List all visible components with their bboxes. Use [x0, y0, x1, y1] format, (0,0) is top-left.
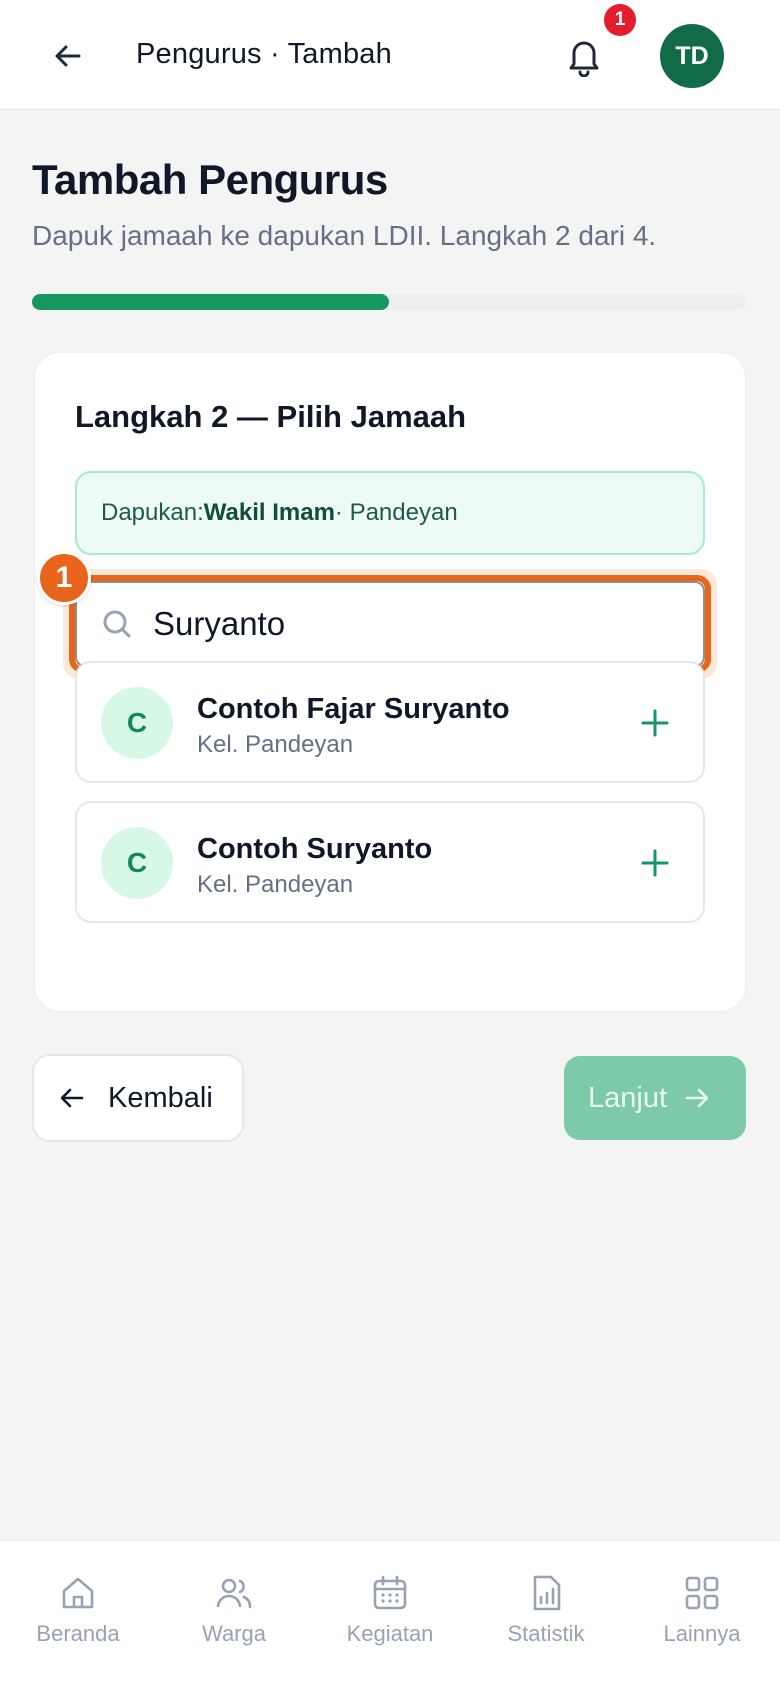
nav-label: Statistik: [507, 1621, 585, 1646]
next-step-label: Lanjut: [588, 1081, 668, 1114]
add-result-button[interactable]: [631, 839, 679, 887]
step-marker-badge: 1: [37, 551, 91, 605]
notification-badge: 1: [604, 4, 636, 36]
info-prefix: Dapukan:: [101, 499, 204, 526]
back-step-label: Kembali: [108, 1081, 213, 1114]
nav-label: Warga: [202, 1621, 266, 1646]
notifications-button[interactable]: [560, 30, 608, 82]
nav-item-kegiatan[interactable]: Kegiatan: [312, 1541, 468, 1688]
search-field[interactable]: [75, 581, 705, 667]
list-item[interactable]: C Contoh Fajar Suryanto Kel. Pandeyan: [75, 661, 705, 783]
step-card: Langkah 2 — Pilih Jamaah Dapukan: Wakil …: [34, 352, 746, 1012]
home-icon: [56, 1571, 100, 1615]
nav-label: Kegiatan: [346, 1621, 434, 1646]
result-avatar: C: [101, 827, 173, 899]
plus-icon: [641, 849, 669, 877]
search-icon: [99, 606, 135, 642]
dapukan-info-box: Dapukan: Wakil Imam · Pandeyan: [75, 471, 705, 555]
nav-label: Beranda: [36, 1621, 120, 1646]
stats-icon: [524, 1571, 568, 1615]
nav-label: Lainnya: [663, 1621, 741, 1646]
top-bar: Pengurus · Tambah 1 TD: [0, 0, 780, 110]
arrow-right-icon: [683, 1082, 715, 1114]
nav-item-lainnya[interactable]: Lainnya: [624, 1541, 780, 1688]
users-icon: [212, 1571, 256, 1615]
plus-icon: [641, 709, 669, 737]
info-location: · Pandeyan: [334, 499, 458, 526]
back-step-button[interactable]: Kembali: [32, 1054, 244, 1142]
calendar-icon: [368, 1571, 412, 1615]
bottom-navigation: Beranda Warga Kegiatan Statistik Lainnya: [0, 1540, 780, 1688]
result-name: Contoh Fajar Suryanto: [197, 693, 510, 725]
header-title: Pengurus · Tambah: [136, 38, 392, 70]
bell-icon: [569, 41, 599, 77]
result-avatar: C: [101, 687, 173, 759]
info-role: Wakil Imam: [203, 499, 335, 526]
page-title: Tambah Pengurus: [32, 156, 388, 203]
back-button[interactable]: [44, 32, 92, 80]
card-title: Langkah 2 — Pilih Jamaah: [75, 399, 467, 434]
next-step-button[interactable]: Lanjut: [564, 1056, 746, 1140]
page-subtitle: Dapuk jamaah ke dapukan LDII. Langkah 2 …: [32, 220, 657, 251]
add-result-button[interactable]: [631, 699, 679, 747]
nav-item-beranda[interactable]: Beranda: [0, 1541, 156, 1688]
arrow-left-icon: [58, 1082, 90, 1114]
result-name: Contoh Suryanto: [197, 833, 433, 865]
step-progress-fill: [32, 294, 389, 310]
user-avatar[interactable]: TD: [660, 24, 724, 88]
list-item[interactable]: C Contoh Suryanto Kel. Pandeyan: [75, 801, 705, 923]
grid-icon: [680, 1571, 724, 1615]
result-location: Kel. Pandeyan: [197, 731, 354, 758]
search-input[interactable]: [153, 605, 673, 643]
result-location: Kel. Pandeyan: [197, 871, 354, 898]
step-progress-bar: [32, 294, 746, 310]
nav-item-warga[interactable]: Warga: [156, 1541, 312, 1688]
arrow-left-icon: [55, 45, 81, 67]
nav-item-statistik[interactable]: Statistik: [468, 1541, 624, 1688]
